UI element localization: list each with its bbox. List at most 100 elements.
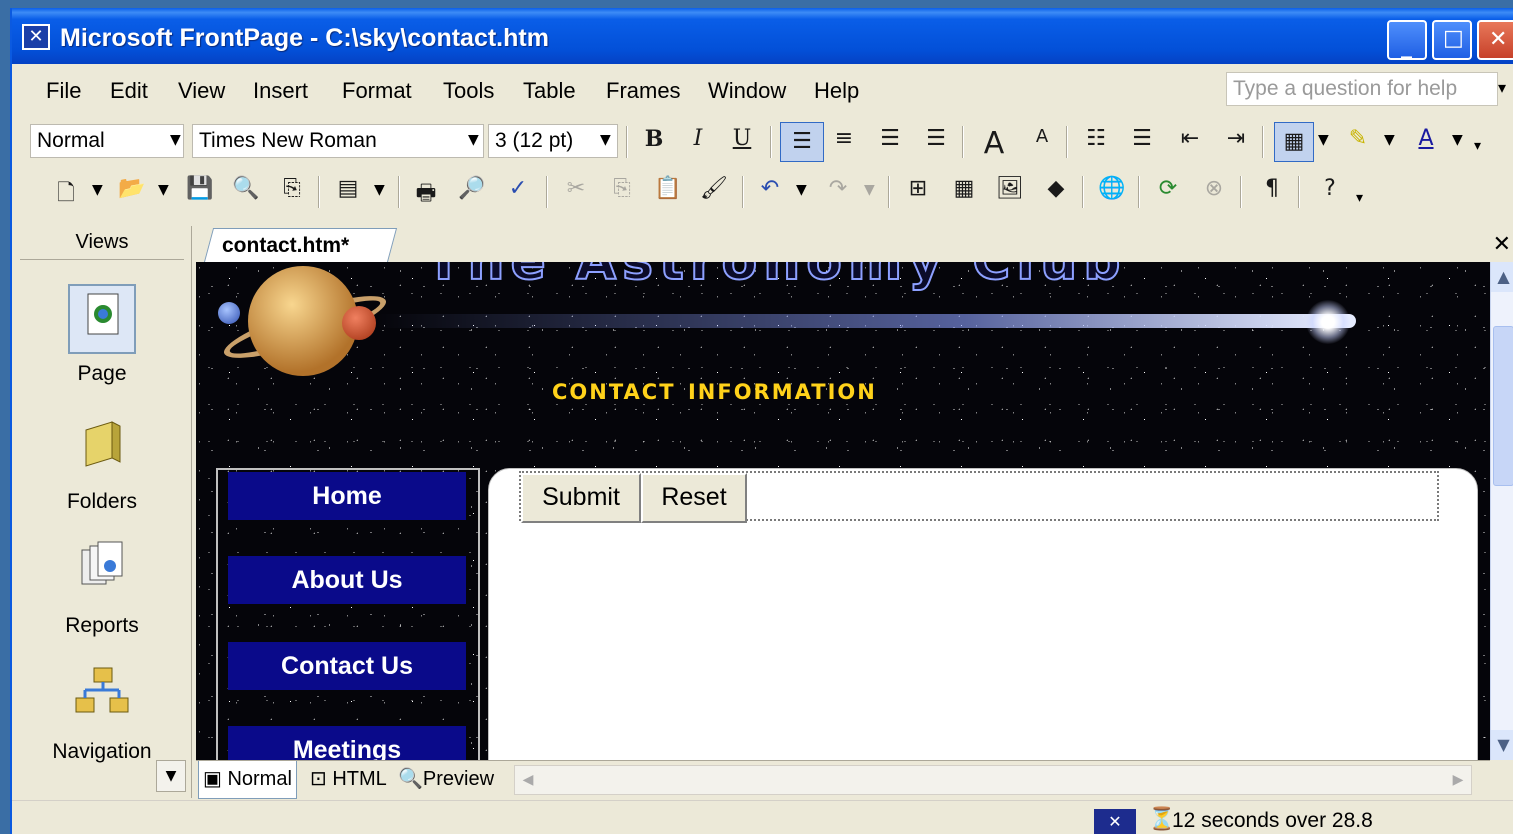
scroll-up-icon[interactable]: ▲ [1491, 262, 1513, 292]
web-component-icon[interactable]: ⊞ [902, 176, 934, 208]
paste-icon[interactable]: 📋 [652, 176, 684, 208]
toolbar-options-icon[interactable]: ▾ [1356, 190, 1363, 206]
drawing-icon[interactable]: ◆ [1040, 176, 1072, 208]
publish-icon[interactable]: ⎘ [276, 176, 308, 208]
open-dropdown-icon[interactable]: ▼ [158, 182, 169, 198]
font-select[interactable]: Times New Roman [192, 124, 484, 158]
style-select[interactable]: Normal [30, 124, 184, 158]
document-tab-label[interactable]: contact.htm* [222, 234, 349, 258]
open-folder-icon[interactable]: 📂 [116, 176, 148, 208]
menu-insert[interactable]: Insert [253, 78, 308, 104]
style-dropdown-icon[interactable]: ▼ [170, 132, 181, 148]
minimize-button[interactable]: _ [1387, 20, 1427, 60]
justify-icon[interactable]: ☰ [920, 126, 952, 158]
nav-home-button[interactable]: Home [228, 472, 466, 520]
horizontal-scrollbar[interactable]: ◀ ▶ [514, 765, 1472, 795]
frontpage-app-icon[interactable]: ✕ [22, 24, 50, 50]
undo-icon[interactable]: ↶ [754, 176, 786, 208]
title-bar[interactable]: ✕ Microsoft FrontPage - C:\sky\contact.h… [12, 8, 1513, 64]
toolbar-options-icon[interactable]: ▾ [1474, 138, 1481, 154]
scroll-right-icon[interactable]: ▶ [1445, 766, 1471, 794]
increase-font-size-icon[interactable]: A [978, 126, 1010, 161]
borders-dropdown-icon[interactable]: ▼ [1318, 132, 1329, 148]
bulleted-list-icon[interactable]: ☰ [1126, 126, 1158, 158]
menu-help[interactable]: Help [814, 78, 859, 104]
print-icon[interactable]: 🖶 [410, 176, 442, 208]
font-color-icon[interactable]: A [1410, 126, 1442, 158]
menu-view[interactable]: View [178, 78, 225, 104]
menu-file[interactable]: File [46, 78, 81, 104]
italic-button[interactable]: I [682, 126, 714, 158]
highlight-dropdown-icon[interactable]: ▼ [1384, 132, 1395, 148]
nav-about-button[interactable]: About Us [228, 556, 466, 604]
spelling-icon[interactable]: ✓ [502, 176, 534, 208]
align-right-icon[interactable]: ☰ [874, 126, 906, 158]
vertical-scrollbar[interactable]: ▲ ▼ [1490, 262, 1513, 760]
copy-icon[interactable]: ⎘ [606, 176, 638, 208]
align-center-icon[interactable]: ≡ [828, 126, 860, 158]
hyperlink-icon[interactable]: 🌐 [1096, 176, 1128, 208]
scroll-down-icon[interactable]: ▼ [1491, 730, 1513, 760]
show-all-icon[interactable]: ¶ [1256, 176, 1288, 208]
toggle-pane-icon[interactable]: ▤ [332, 176, 364, 208]
font-size-select[interactable]: 3 (12 pt) [488, 124, 618, 158]
nav-contact-button[interactable]: Contact Us [228, 642, 466, 690]
tab-html[interactable]: ⊡ HTML [306, 761, 391, 799]
redo-dropdown-icon[interactable]: ▼ [864, 182, 875, 198]
bold-button[interactable]: B [638, 126, 670, 158]
view-reports[interactable]: Reports [20, 536, 184, 638]
decrease-font-size-icon[interactable]: A [1026, 126, 1058, 158]
stop-icon[interactable]: ⊗ [1198, 176, 1230, 208]
numbered-list-icon[interactable]: ☷ [1080, 126, 1112, 158]
borders-icon[interactable]: ▦ [1274, 122, 1314, 162]
reset-button[interactable]: Reset [641, 473, 747, 523]
format-painter-icon[interactable]: 🖌 [698, 176, 730, 208]
menu-edit[interactable]: Edit [110, 78, 148, 104]
scroll-left-icon[interactable]: ◀ [515, 766, 541, 794]
submit-button[interactable]: Submit [521, 473, 641, 523]
save-icon[interactable]: 💾 [184, 176, 216, 208]
maximize-button[interactable]: □ [1432, 20, 1472, 60]
print-preview-icon[interactable]: 🔎 [456, 176, 488, 208]
menu-format[interactable]: Format [342, 78, 412, 104]
views-scroll-down-button[interactable]: ▼ [156, 760, 186, 792]
pane-dropdown-icon[interactable]: ▼ [374, 182, 385, 198]
font-dropdown-icon[interactable]: ▼ [468, 132, 479, 148]
page-editor-canvas[interactable]: The Astronomy Club contact information H… [196, 262, 1490, 760]
size-dropdown-icon[interactable]: ▼ [600, 132, 611, 148]
close-button[interactable]: ✕ [1477, 20, 1513, 60]
help-dropdown-icon[interactable]: ▾ [1498, 78, 1506, 97]
insert-table-icon[interactable]: ▦ [948, 176, 980, 208]
undo-dropdown-icon[interactable]: ▼ [796, 182, 807, 198]
align-left-icon[interactable]: ☰ [780, 122, 824, 162]
decrease-indent-icon[interactable]: ⇤ [1174, 126, 1206, 158]
menu-frames[interactable]: Frames [606, 78, 681, 104]
redo-icon[interactable]: ↷ [822, 176, 854, 208]
new-page-icon[interactable]: 🗋 [50, 176, 82, 208]
refresh-icon[interactable]: ⟳ [1152, 176, 1184, 208]
menu-tools[interactable]: Tools [443, 78, 494, 104]
increase-indent-icon[interactable]: ⇥ [1220, 126, 1252, 158]
menu-table[interactable]: Table [523, 78, 576, 104]
tab-preview[interactable]: 🔍Preview [394, 761, 498, 799]
font-color-dropdown-icon[interactable]: ▼ [1452, 132, 1463, 148]
new-dropdown-icon[interactable]: ▼ [92, 182, 103, 198]
underline-button[interactable]: U [726, 126, 758, 158]
tab-normal[interactable]: ▣ Normal [198, 761, 297, 799]
insert-picture-icon[interactable]: 🖼 [994, 176, 1026, 208]
view-navigation[interactable]: Navigation [20, 662, 184, 764]
menu-window[interactable]: Window [708, 78, 786, 104]
help-icon[interactable]: ? [1314, 176, 1346, 208]
nav-meetings-button[interactable]: Meetings [228, 726, 466, 760]
form-region[interactable]: Submit Reset [519, 471, 1439, 523]
cut-icon[interactable]: ✂ [560, 176, 592, 208]
search-icon[interactable]: 🔍 [230, 176, 262, 208]
scroll-thumb[interactable] [1493, 326, 1513, 486]
view-folders[interactable]: Folders [20, 412, 184, 514]
highlight-icon[interactable]: ✎ [1342, 126, 1374, 158]
help-search-input[interactable]: Type a question for help [1226, 72, 1498, 106]
content-area[interactable]: Submit Reset [488, 468, 1478, 760]
view-page[interactable]: Page [20, 284, 184, 386]
toolbar-separator [626, 126, 628, 158]
close-document-icon[interactable]: ✕ [1493, 232, 1511, 257]
